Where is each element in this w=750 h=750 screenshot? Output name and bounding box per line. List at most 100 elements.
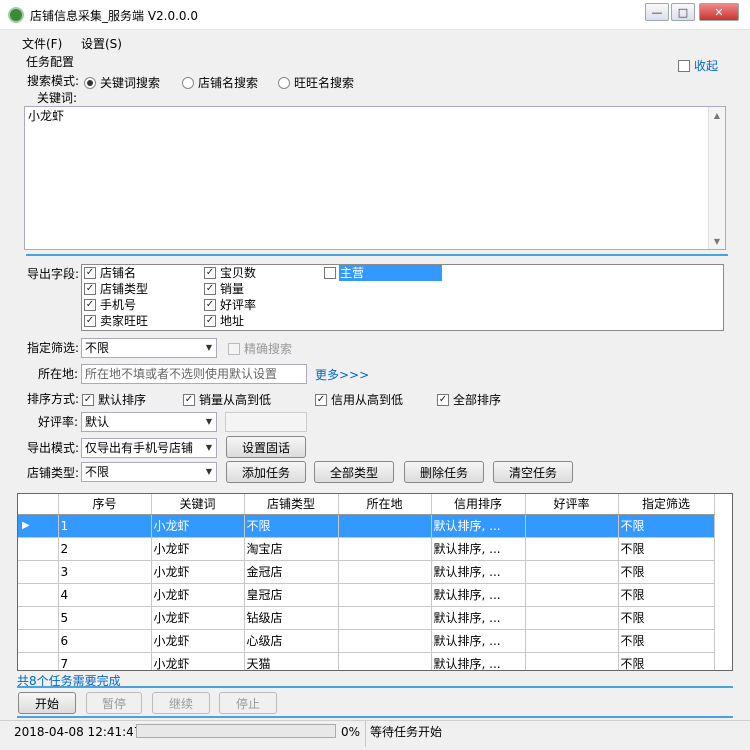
row-header[interactable] [18,537,59,561]
col-header[interactable]: 信用排序 [431,494,526,515]
minimize-button[interactable]: — [645,3,669,21]
row-header[interactable] [18,560,59,584]
table-row[interactable]: 7 小龙虾 天猫 默认排序, ... 不限 [18,652,715,670]
table-cell[interactable]: 1 [58,514,152,538]
pause-button[interactable]: 暂停 [86,692,142,714]
col-header[interactable]: 店铺类型 [244,494,339,515]
menu-settings[interactable]: 设置(S) [81,35,122,52]
table-cell[interactable] [525,537,619,561]
table-cell[interactable]: 不限 [618,652,715,670]
field-shop-type[interactable]: ✓ 店铺类型 [84,281,148,297]
delete-task-button[interactable]: 删除任务 [404,461,484,483]
field-main-business[interactable]: 主营 [324,265,364,281]
add-task-button[interactable]: 添加任务 [226,461,306,483]
table-cell[interactable] [338,629,432,653]
task-grid[interactable]: 序号 关键词 店铺类型 所在地 信用排序 好评率 指定筛选 ▶ 1 小龙虾 不限 默认排… [17,493,733,671]
table-cell[interactable]: 金冠店 [244,560,339,584]
rating-extra-input[interactable] [225,412,307,432]
table-cell[interactable]: 默认排序, ... [431,560,526,584]
table-cell[interactable]: 默认排序, ... [431,606,526,630]
location-input[interactable]: 所在地不填或者不选则使用默认设置 [81,364,307,384]
table-cell[interactable]: 皇冠店 [244,583,339,607]
field-item-count[interactable]: ✓ 宝贝数 [204,265,256,281]
clear-tasks-button[interactable]: 清空任务 [493,461,573,483]
keyword-scrollbar[interactable]: ▲ ▼ [708,107,725,249]
table-cell[interactable]: 心级店 [244,629,339,653]
start-button[interactable]: 开始 [18,692,76,714]
col-header[interactable]: 序号 [58,494,152,515]
sort-credit-desc[interactable]: ✓ 信用从高到低 [315,392,403,408]
row-header[interactable] [18,583,59,607]
table-cell[interactable] [525,606,619,630]
collapse-label[interactable]: 收起 [694,57,718,74]
col-header[interactable]: 关键词 [151,494,245,515]
collapse-checkbox[interactable] [678,59,690,72]
export-mode-select[interactable]: 仅导出有手机号店铺 ▼ [81,438,217,458]
sort-sales-desc[interactable]: ✓ 销量从高到低 [183,392,271,408]
table-cell[interactable] [338,537,432,561]
table-cell[interactable] [338,652,432,670]
field-seller-wangwang[interactable]: ✓ 卖家旺旺 [84,313,148,329]
col-header[interactable]: 指定筛选 [618,494,715,515]
table-cell[interactable]: 淘宝店 [244,537,339,561]
table-cell[interactable]: 6 [58,629,152,653]
row-header[interactable] [18,629,59,653]
table-cell[interactable]: 默认排序, ... [431,652,526,670]
table-cell[interactable] [525,629,619,653]
keyword-textarea[interactable] [24,106,726,250]
table-cell[interactable]: 不限 [618,514,715,538]
table-cell[interactable]: 7 [58,652,152,670]
rating-select[interactable]: 默认 ▼ [81,412,217,432]
table-cell[interactable]: 2 [58,537,152,561]
row-header[interactable] [18,606,59,630]
all-types-button[interactable]: 全部类型 [314,461,394,483]
radio-wangwang-search[interactable]: 旺旺名搜索 [278,75,354,91]
table-cell[interactable]: 小龙虾 [151,514,245,538]
radio-dot[interactable] [278,77,290,89]
maximize-button[interactable]: □ [671,3,695,21]
table-cell[interactable]: 不限 [618,629,715,653]
table-cell[interactable] [338,583,432,607]
table-row[interactable]: 4 小龙虾 皇冠店 默认排序, ... 不限 [18,583,715,607]
scroll-down-icon[interactable]: ▼ [709,237,725,246]
table-cell[interactable]: 不限 [618,537,715,561]
field-shop-name[interactable]: ✓ 店铺名 [84,265,136,281]
field-phone[interactable]: ✓ 手机号 [84,297,136,313]
table-cell[interactable]: 5 [58,606,152,630]
table-cell[interactable] [525,560,619,584]
table-cell[interactable]: 小龙虾 [151,606,245,630]
set-fixed-phone-button[interactable]: 设置固话 [226,436,306,458]
filter-select[interactable]: 不限 ▼ [81,338,217,358]
table-row[interactable]: 3 小龙虾 金冠店 默认排序, ... 不限 [18,560,715,584]
exact-search-checkbox[interactable]: 精确搜索 [228,341,292,357]
field-address[interactable]: ✓ 地址 [204,313,244,329]
table-cell[interactable]: 小龙虾 [151,560,245,584]
table-cell[interactable]: 默认排序, ... [431,537,526,561]
table-cell[interactable]: 3 [58,560,152,584]
field-sales[interactable]: ✓ 销量 [204,281,244,297]
row-header[interactable] [18,652,59,670]
table-cell[interactable]: 小龙虾 [151,652,245,670]
table-cell[interactable] [525,652,619,670]
shop-type-select[interactable]: 不限 ▼ [81,462,217,482]
table-cell[interactable]: 默认排序, ... [431,514,526,538]
close-button[interactable]: ✕ [699,3,739,21]
table-cell[interactable]: 不限 [618,606,715,630]
radio-dot[interactable] [84,77,96,89]
table-row[interactable]: 2 小龙虾 淘宝店 默认排序, ... 不限 [18,537,715,561]
stop-button[interactable]: 停止 [219,692,277,714]
table-cell[interactable]: 钻级店 [244,606,339,630]
resume-button[interactable]: 继续 [152,692,210,714]
table-cell[interactable]: 不限 [618,560,715,584]
table-cell[interactable] [525,514,619,538]
menu-file[interactable]: 文件(F) [22,35,62,52]
table-cell[interactable]: 不限 [618,583,715,607]
table-cell[interactable]: 默认排序, ... [431,583,526,607]
sort-default[interactable]: ✓ 默认排序 [82,392,146,408]
table-cell[interactable]: 不限 [244,514,339,538]
radio-dot[interactable] [182,77,194,89]
more-link[interactable]: 更多>>> [315,366,369,383]
table-cell[interactable]: 默认排序, ... [431,629,526,653]
col-header[interactable]: 好评率 [525,494,619,515]
table-cell[interactable] [338,560,432,584]
